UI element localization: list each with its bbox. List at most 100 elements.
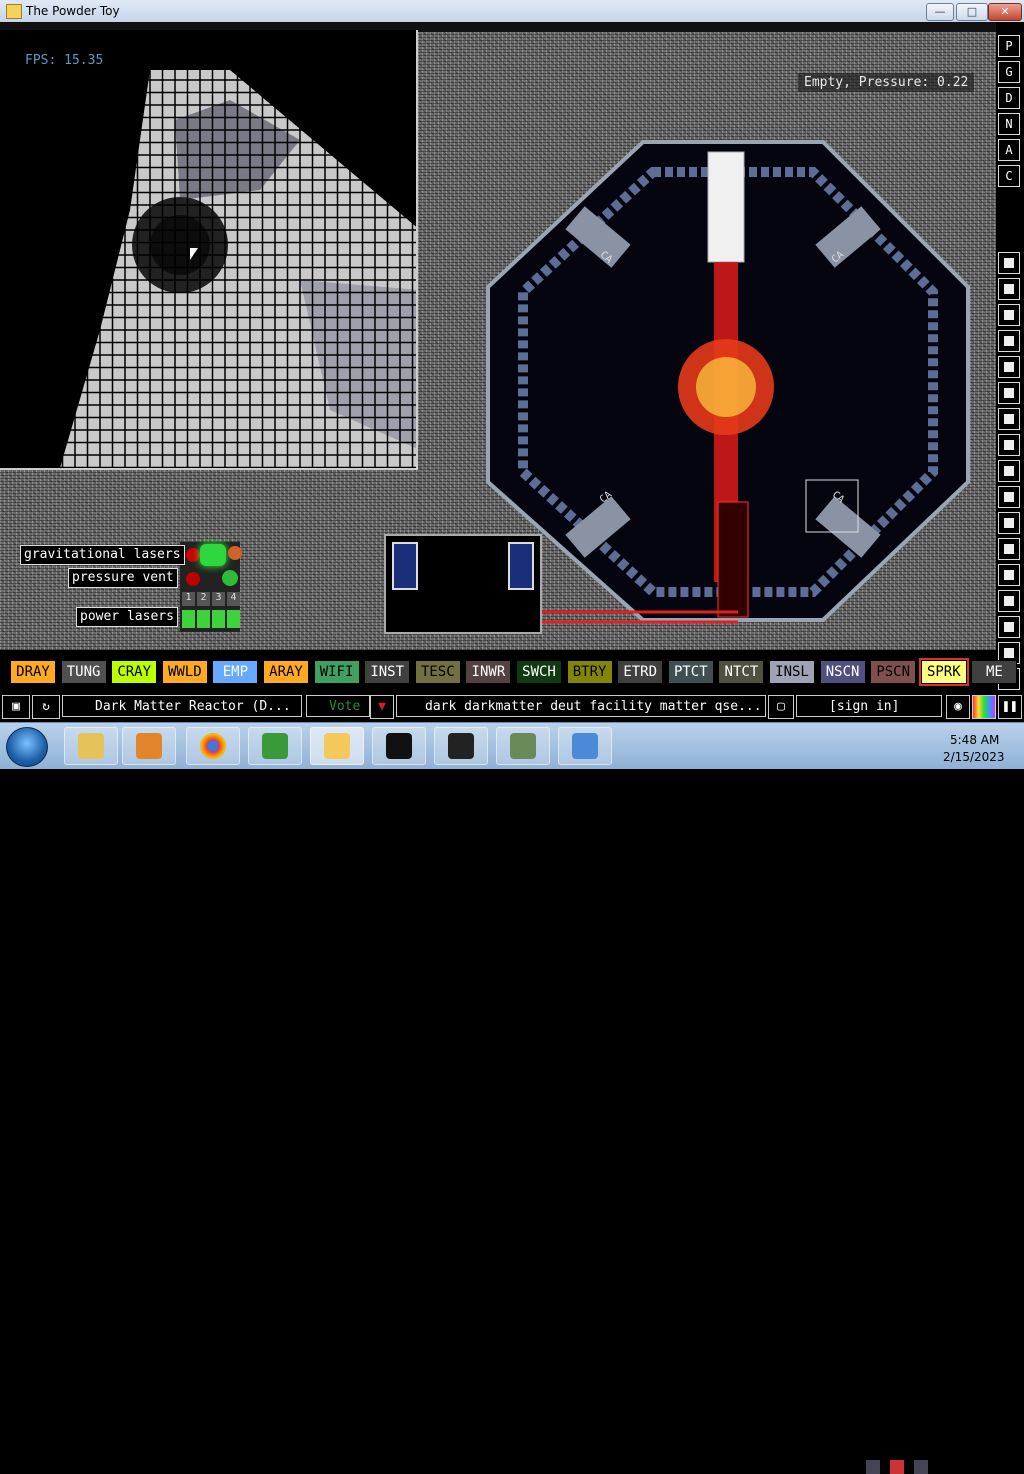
decorations-button[interactable]: D [998,87,1020,109]
save-title-label: Dark Matter Reactor (D... [95,699,291,714]
element-button-sprk[interactable]: SPRK [918,658,969,686]
pause-button[interactable]: P [998,35,1020,57]
maximize-button[interactable]: □ [956,3,988,21]
vote-label: Vote [329,699,361,714]
liquids-icon[interactable] [998,434,1020,456]
element-button-aray[interactable]: ARAY [263,660,309,684]
taskbar-cmd[interactable] [434,727,488,765]
cmd-icon [448,733,474,759]
explosives-icon[interactable] [998,382,1020,404]
sensors-icon[interactable] [998,330,1020,352]
laser-number-3[interactable]: 3 [212,592,225,606]
gases-icon[interactable] [998,408,1020,430]
save-title-button[interactable]: Dark Matter Reactor (D... [62,695,302,717]
element-button-pscn[interactable]: PSCN [870,660,917,684]
clock-time[interactable]: 5:48 AM [950,733,999,747]
pause-icon[interactable]: ❚❚ [998,695,1022,719]
taskbar-7zip[interactable] [372,727,426,765]
element-button-nscn[interactable]: NSCN [819,660,866,684]
solids-icon[interactable] [998,486,1020,508]
zoom-pixels [0,30,416,468]
clear-icon[interactable]: ◉ [946,695,970,719]
taskbar-chrome[interactable] [186,727,240,765]
gravity-view-button[interactable]: G [998,61,1020,83]
element-button-inst[interactable]: INST [364,660,411,684]
grav-laser-switch[interactable] [186,548,200,562]
wall-icon[interactable] [998,252,1020,274]
tags-label: dark darkmatter deut facility matter qse… [425,699,762,714]
radioactive-icon[interactable] [998,512,1020,534]
special-icon[interactable] [998,538,1020,560]
start-button[interactable] [6,727,48,767]
element-button-wwld[interactable]: WWLD [161,660,208,684]
action-center-tray-icon[interactable] [890,1460,904,1474]
reload-icon[interactable]: ↻ [32,695,60,719]
favorites-icon[interactable] [998,616,1020,638]
element-button-swch[interactable]: SWCH [516,660,562,684]
powered-icon[interactable] [998,304,1020,326]
powder-toy-icon [324,733,350,759]
clock-date[interactable]: 2/15/2023 [943,750,1005,764]
vent-switch[interactable] [186,572,200,586]
element-button-btry[interactable]: BTRY [566,660,613,684]
sign-gravitational-lasers: gravitational lasers [20,545,185,565]
electronics-icon[interactable] [998,278,1020,300]
sign-in-button[interactable]: [sign in] [796,695,942,717]
tags-button[interactable]: dark darkmatter deut facility matter qse… [396,695,766,717]
sign-power-lasers: power lasers [76,607,178,627]
simulation-options-icon[interactable]: ▢ [768,695,794,719]
life-icon[interactable] [998,564,1020,586]
vote-down-button[interactable]: ▼ [370,695,394,719]
network-tray-icon[interactable] [866,1460,880,1474]
taskbar-csharp[interactable] [248,727,302,765]
fps-counter: FPS: 15.35 [25,53,104,68]
newtonian-gravity-button[interactable]: N [998,113,1020,135]
element-button-tesc[interactable]: TESC [414,660,461,684]
console-button[interactable]: C [998,165,1020,187]
open-save-icon[interactable]: ▣ [2,695,30,719]
laser-number-1[interactable]: 1 [182,592,195,606]
element-bar: DRAY TUNG CRAY WWLD EMP ARAY WIFI INST TESC INWR S… [0,650,1018,692]
taskbar-explorer[interactable] [64,727,118,765]
taskbar-control-panel[interactable] [558,727,612,765]
sign-pressure-vent: pressure vent [68,568,178,588]
renderer-icon[interactable] [972,695,996,719]
simulation-canvas[interactable]: CA CA CA CA gravitational lasers pressur… [0,22,996,650]
zoom-window [0,30,418,470]
chrome-icon [200,733,226,759]
element-button-inwr[interactable]: INWR [465,660,512,684]
folder-icon [78,733,104,759]
powders-icon[interactable] [998,460,1020,482]
containment-left [392,542,418,590]
taskbar-powder-toy[interactable] [310,727,364,765]
element-button-ntct[interactable]: NTCT [718,660,765,684]
element-button-tung[interactable]: TUNG [60,660,107,684]
element-button-ptct[interactable]: PTCT [667,660,714,684]
csharp-icon [262,733,288,759]
volume-tray-icon[interactable] [914,1460,928,1474]
taskbar-network[interactable] [496,727,550,765]
close-button[interactable]: ✕ [988,3,1022,21]
tools-icon[interactable] [998,590,1020,612]
mouse-cursor [190,248,198,260]
laser-number-4[interactable]: 4 [227,592,240,606]
element-button-insl[interactable]: INSL [769,660,815,684]
grav-laser-knob[interactable] [228,546,242,560]
vote-up-button[interactable]: Vote [306,695,370,717]
element-button-cray[interactable]: CRAY [111,660,158,684]
hover-info: Empty, Pressure: 0.22 [798,73,975,92]
containment-right [508,542,534,590]
window-title-bar[interactable]: The Powder Toy — □ ✕ [0,0,1024,23]
ambient-heat-button[interactable]: A [998,139,1020,161]
sign-in-label: [sign in] [829,699,900,714]
element-button-me[interactable]: ME [971,660,1018,684]
minimize-button[interactable]: — [926,3,954,21]
element-button-dray[interactable]: DRAY [10,660,56,684]
bottom-bar: ▣ ↻ Dark Matter Reactor (D... Vote ▼ dar… [0,692,1024,722]
force-icon[interactable] [998,356,1020,378]
element-button-wifi[interactable]: WIFI [313,660,360,684]
element-button-etrd[interactable]: ETRD [617,660,664,684]
laser-number-2[interactable]: 2 [197,592,210,606]
taskbar-media-player[interactable] [122,727,176,765]
element-button-emp[interactable]: EMP [212,660,259,684]
